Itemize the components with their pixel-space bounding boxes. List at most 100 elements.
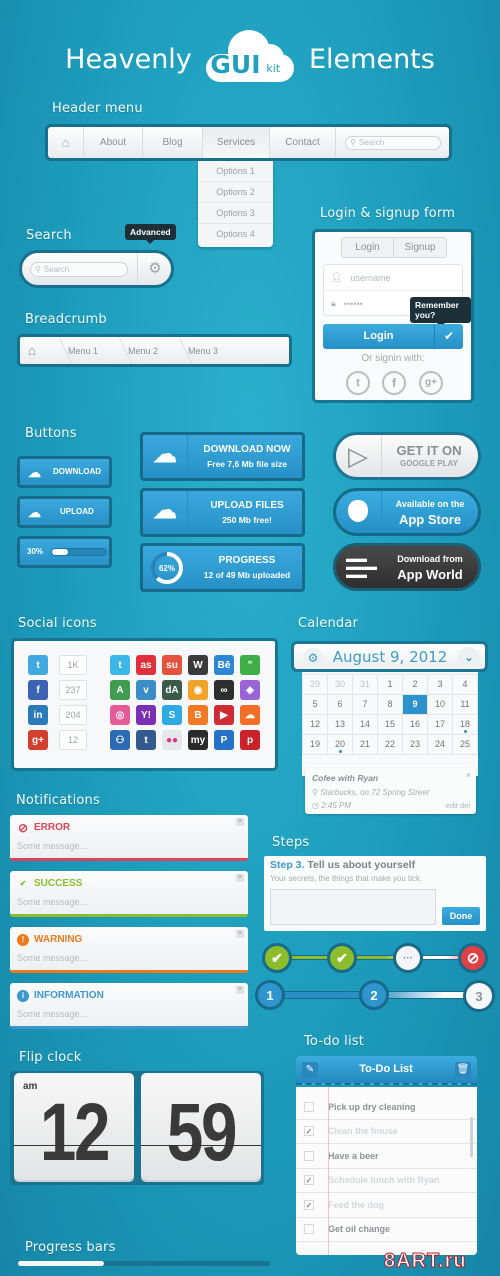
todo-checkbox[interactable]: ✓: [304, 1175, 314, 1186]
username-field[interactable]: 👤︎ username: [324, 265, 462, 291]
todo-item[interactable]: ✓ Clean the house: [296, 1120, 477, 1144]
header-search-input[interactable]: ⚲ Search: [345, 135, 441, 150]
menu-item-contact[interactable]: Contact: [270, 127, 336, 158]
edit-button[interactable]: ✎: [302, 1062, 318, 1078]
calendar-day[interactable]: 19: [302, 733, 328, 755]
step-status-error[interactable]: ⊘: [458, 943, 488, 973]
close-icon[interactable]: ×: [466, 770, 471, 780]
todo-item[interactable]: Pick up dry cleaning: [296, 1095, 477, 1120]
picasa-icon[interactable]: ◈: [240, 680, 260, 700]
wordpress-icon[interactable]: W: [188, 655, 208, 675]
calendar-day[interactable]: 5: [302, 693, 328, 715]
dropdown-option[interactable]: Options 4: [198, 224, 273, 245]
calendar-dropdown-button[interactable]: ⌄: [458, 647, 480, 669]
todo-item[interactable]: ✓ Feed the dog: [296, 1193, 477, 1218]
download-now-button[interactable]: ☁ DOWNLOAD NOW Free 7,6 Mb file size: [140, 432, 305, 481]
breadcrumb-item[interactable]: Menu 2: [128, 346, 158, 356]
calendar-day[interactable]: 10: [427, 693, 453, 715]
home-menu-button[interactable]: ⌂: [48, 127, 84, 158]
todo-scrollbar[interactable]: [470, 1117, 473, 1157]
search-input[interactable]: ⚲ Search: [30, 262, 128, 277]
google-plus-signin-button[interactable]: g+: [419, 371, 443, 395]
breadcrumb-item[interactable]: Menu 1: [68, 346, 98, 356]
twitter-icon[interactable]: t: [110, 655, 130, 675]
calendar-day[interactable]: 3: [427, 673, 453, 695]
google-play-button[interactable]: ▷ GET IT ON GOOGLE PLAY: [333, 432, 481, 480]
paypal-icon[interactable]: P: [214, 730, 234, 750]
myspace-icon[interactable]: ⚇: [110, 730, 130, 750]
pinterest-icon[interactable]: p: [240, 730, 260, 750]
upload-files-button[interactable]: ☁ UPLOAD FILES 250 Mb free!: [140, 488, 305, 537]
lastfm-icon[interactable]: as: [136, 655, 156, 675]
google-plus-icon[interactable]: g+: [28, 730, 48, 750]
calendar-day[interactable]: 21: [352, 733, 378, 755]
calendar-day[interactable]: 30: [327, 673, 353, 695]
calendar-day[interactable]: 20: [327, 733, 353, 755]
yahoo-icon[interactable]: Y!: [136, 705, 156, 725]
dropdown-option[interactable]: Options 1: [198, 161, 273, 182]
step-status-done[interactable]: ✔: [327, 943, 357, 973]
breadcrumb-item[interactable]: Menu 3: [188, 346, 218, 356]
todo-checkbox[interactable]: ✓: [304, 1199, 314, 1210]
step-number-3[interactable]: 3: [463, 980, 495, 1012]
step-number-2[interactable]: 2: [359, 980, 389, 1010]
calendar-day[interactable]: 31: [352, 673, 378, 695]
calendar-day[interactable]: 11: [452, 693, 478, 715]
remember-checkbox[interactable]: ✔: [435, 324, 463, 349]
facebook-signin-button[interactable]: f: [382, 371, 406, 395]
step-status-current[interactable]: ···: [393, 943, 423, 973]
youtube-icon[interactable]: ▶: [214, 705, 234, 725]
calendar-day[interactable]: 4: [452, 673, 478, 695]
flickr-icon[interactable]: ●●: [162, 730, 182, 750]
app-world-button[interactable]: ▬▬ ▬▬▬ ▬▬ Download from App World: [333, 543, 481, 591]
myspace-new-icon[interactable]: my: [188, 730, 208, 750]
calendar-day[interactable]: 13: [327, 713, 353, 735]
done-button[interactable]: Done: [442, 907, 480, 925]
infinity-icon[interactable]: ∞: [214, 680, 234, 700]
menu-item-services[interactable]: Services: [203, 127, 270, 158]
login-button[interactable]: Login: [323, 324, 435, 349]
advanced-settings-button[interactable]: ⚙: [143, 257, 167, 281]
download-button[interactable]: ☁ DOWNLOAD: [17, 456, 112, 488]
todo-checkbox[interactable]: [304, 1150, 314, 1161]
calendar-day[interactable]: 6: [327, 693, 353, 715]
facebook-icon[interactable]: f: [28, 680, 48, 700]
step-number-1[interactable]: 1: [255, 980, 285, 1010]
calendar-day[interactable]: 15: [377, 713, 403, 735]
blogger-icon[interactable]: B: [188, 705, 208, 725]
event-edit-link[interactable]: edit: [446, 801, 458, 810]
calendar-day[interactable]: 14: [352, 713, 378, 735]
todo-item[interactable]: ✓ Schedule lunch with Ryan: [296, 1169, 477, 1193]
twitter-icon[interactable]: t: [28, 655, 48, 675]
tumblr-icon[interactable]: t: [136, 730, 156, 750]
event-delete-link[interactable]: del: [460, 801, 470, 810]
deviantart-icon[interactable]: dA: [162, 680, 182, 700]
soundcloud-icon[interactable]: ☁: [240, 705, 260, 725]
calendar-day[interactable]: 24: [427, 733, 453, 755]
calendar-day[interactable]: 7: [352, 693, 378, 715]
calendar-day[interactable]: 25: [452, 733, 478, 755]
tab-login[interactable]: Login: [342, 238, 395, 257]
calendar-settings-button[interactable]: ⚙: [303, 648, 323, 668]
calendar-day[interactable]: 8: [377, 693, 403, 715]
calendar-day[interactable]: 29: [302, 673, 328, 695]
todo-checkbox[interactable]: [304, 1101, 314, 1112]
step-textarea[interactable]: [270, 889, 436, 925]
calendar-day[interactable]: 16: [402, 713, 428, 735]
stumbleupon-icon[interactable]: su: [162, 655, 182, 675]
calendar-day[interactable]: 2: [402, 673, 428, 695]
todo-checkbox[interactable]: [304, 1224, 314, 1235]
calendar-day[interactable]: 1: [377, 673, 403, 695]
close-icon[interactable]: ×: [236, 818, 244, 826]
rss-icon[interactable]: ◉: [188, 680, 208, 700]
calendar-day[interactable]: 12: [302, 713, 328, 735]
calendar-day[interactable]: 9: [402, 693, 428, 715]
app-store-button[interactable]: Available on the App Store: [333, 488, 481, 536]
breadcrumb-home[interactable]: ⌂: [28, 343, 36, 358]
twitter-signin-button[interactable]: t: [346, 371, 370, 395]
todo-item[interactable]: Have a beer: [296, 1144, 477, 1169]
menu-item-about[interactable]: About: [84, 127, 143, 158]
dropdown-option[interactable]: Options 2: [198, 182, 273, 203]
close-icon[interactable]: ×: [236, 986, 244, 994]
calendar-day[interactable]: 18: [452, 713, 478, 735]
